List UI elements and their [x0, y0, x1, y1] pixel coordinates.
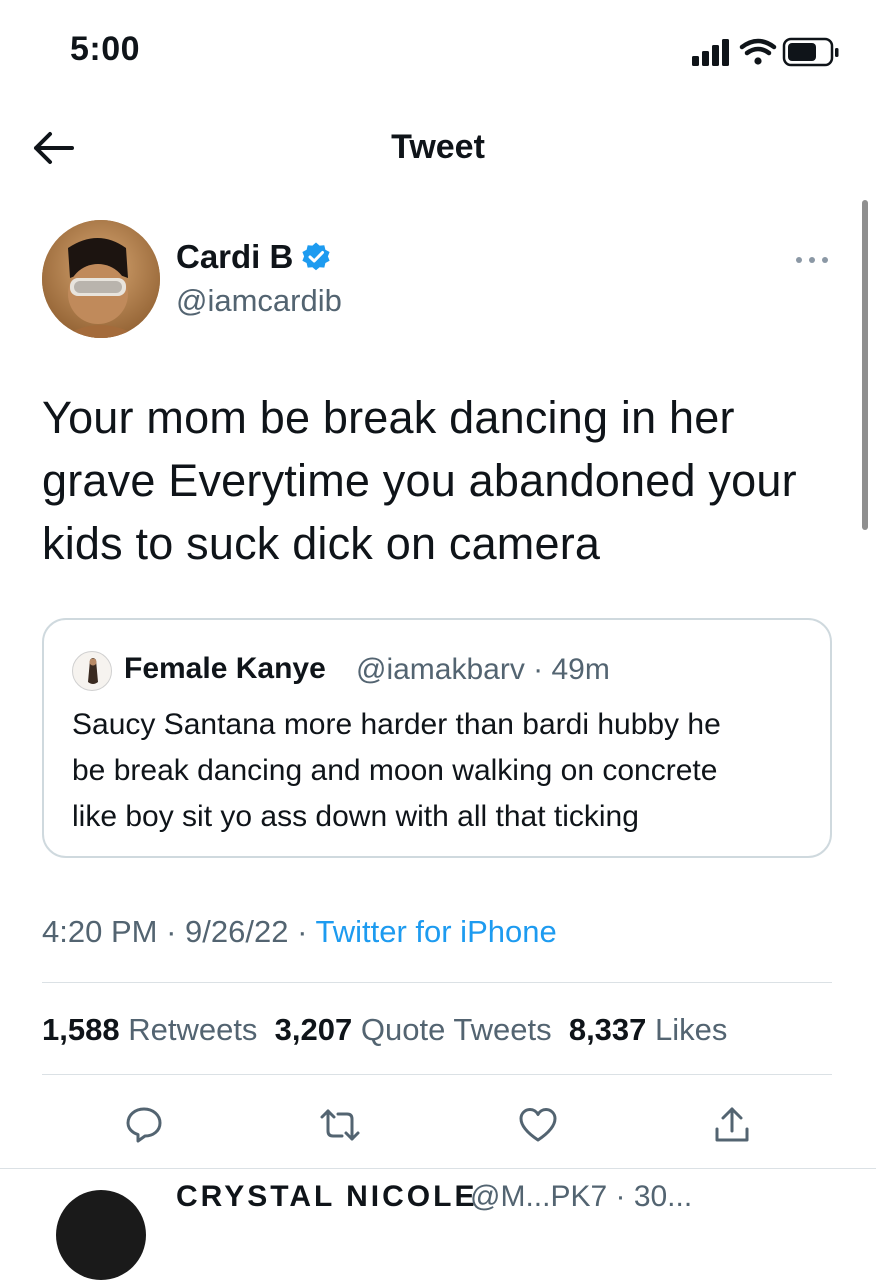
page-title: Tweet [391, 128, 485, 166]
retweets-count: 1,588 [42, 1012, 120, 1047]
likes-label: Likes [655, 1012, 728, 1047]
quoted-tweet-text: Saucy Santana more harder than bardi hub… [72, 702, 812, 840]
status-icons [688, 36, 848, 72]
divider [42, 982, 832, 983]
quoted-author-name: Female Kanye [124, 652, 326, 685]
author-handle[interactable]: @iamcardib [176, 283, 342, 319]
quote-tweets-count: 3,207 [274, 1012, 353, 1047]
tweet-text-line: Your mom be break dancing in her [42, 392, 735, 443]
verified-badge-icon [300, 241, 332, 273]
like-button[interactable] [516, 1103, 560, 1147]
quoted-text-line: be break dancing and moon walking on con… [72, 754, 718, 787]
battery-icon [782, 37, 839, 67]
quote-tweets-stat[interactable]: 3,207 Quote Tweets [275, 1012, 552, 1047]
reply-button[interactable] [122, 1103, 166, 1147]
retweet-icon [320, 1109, 360, 1141]
share-button[interactable] [710, 1103, 754, 1147]
next-reply-handle: @M...PK7 · 30... [470, 1180, 693, 1213]
next-reply-name: CRYSTAL NICOLE [176, 1180, 478, 1213]
tweet-time: 4:20 PM [42, 914, 158, 949]
author-name[interactable]: Cardi B [176, 238, 293, 276]
status-time: 5:00 [70, 30, 141, 68]
author-avatar[interactable] [42, 220, 160, 338]
tweet-stats: 1,588 Retweets 3,207 Quote Tweets 8,337 … [42, 1012, 727, 1048]
scrollbar[interactable] [862, 200, 868, 530]
retweets-label: Retweets [128, 1012, 258, 1047]
tweet-text-line: kids to suck dick on camera [42, 518, 601, 569]
share-icon [715, 1107, 749, 1142]
tweet-date: 9/26/22 [185, 914, 289, 949]
likes-stat[interactable]: 8,337 Likes [569, 1012, 728, 1047]
likes-count: 8,337 [568, 1012, 647, 1047]
tweet-text-line: grave Everytime you abandoned your [42, 455, 797, 506]
tweet-source-link[interactable]: Twitter for iPhone [315, 914, 556, 949]
wifi-icon [739, 38, 777, 65]
quoted-text-line: Saucy Santana more harder than bardi hub… [72, 708, 721, 741]
quoted-author-avatar [72, 651, 112, 691]
divider [42, 1074, 832, 1075]
quoted-text-line: like boy sit yo ass down with all that t… [72, 800, 639, 833]
retweet-button[interactable] [318, 1103, 362, 1147]
tweet-meta: 4:20 PM · 9/26/22 · Twitter for iPhone [42, 914, 557, 950]
meta-separator: · [166, 914, 177, 949]
tweet-text: Your mom be break dancing in her grave E… [42, 386, 832, 575]
like-icon [519, 1108, 557, 1142]
retweets-stat[interactable]: 1,588 Retweets [42, 1012, 257, 1047]
more-options-icon[interactable] [792, 252, 832, 268]
quote-tweets-label: Quote Tweets [360, 1012, 552, 1047]
next-reply-avatar [56, 1190, 146, 1280]
reply-icon [126, 1107, 162, 1143]
quoted-author-handle: @iamakbarv · 49m [356, 653, 610, 686]
cellular-signal-icon [692, 39, 729, 66]
meta-separator: · [297, 914, 308, 949]
